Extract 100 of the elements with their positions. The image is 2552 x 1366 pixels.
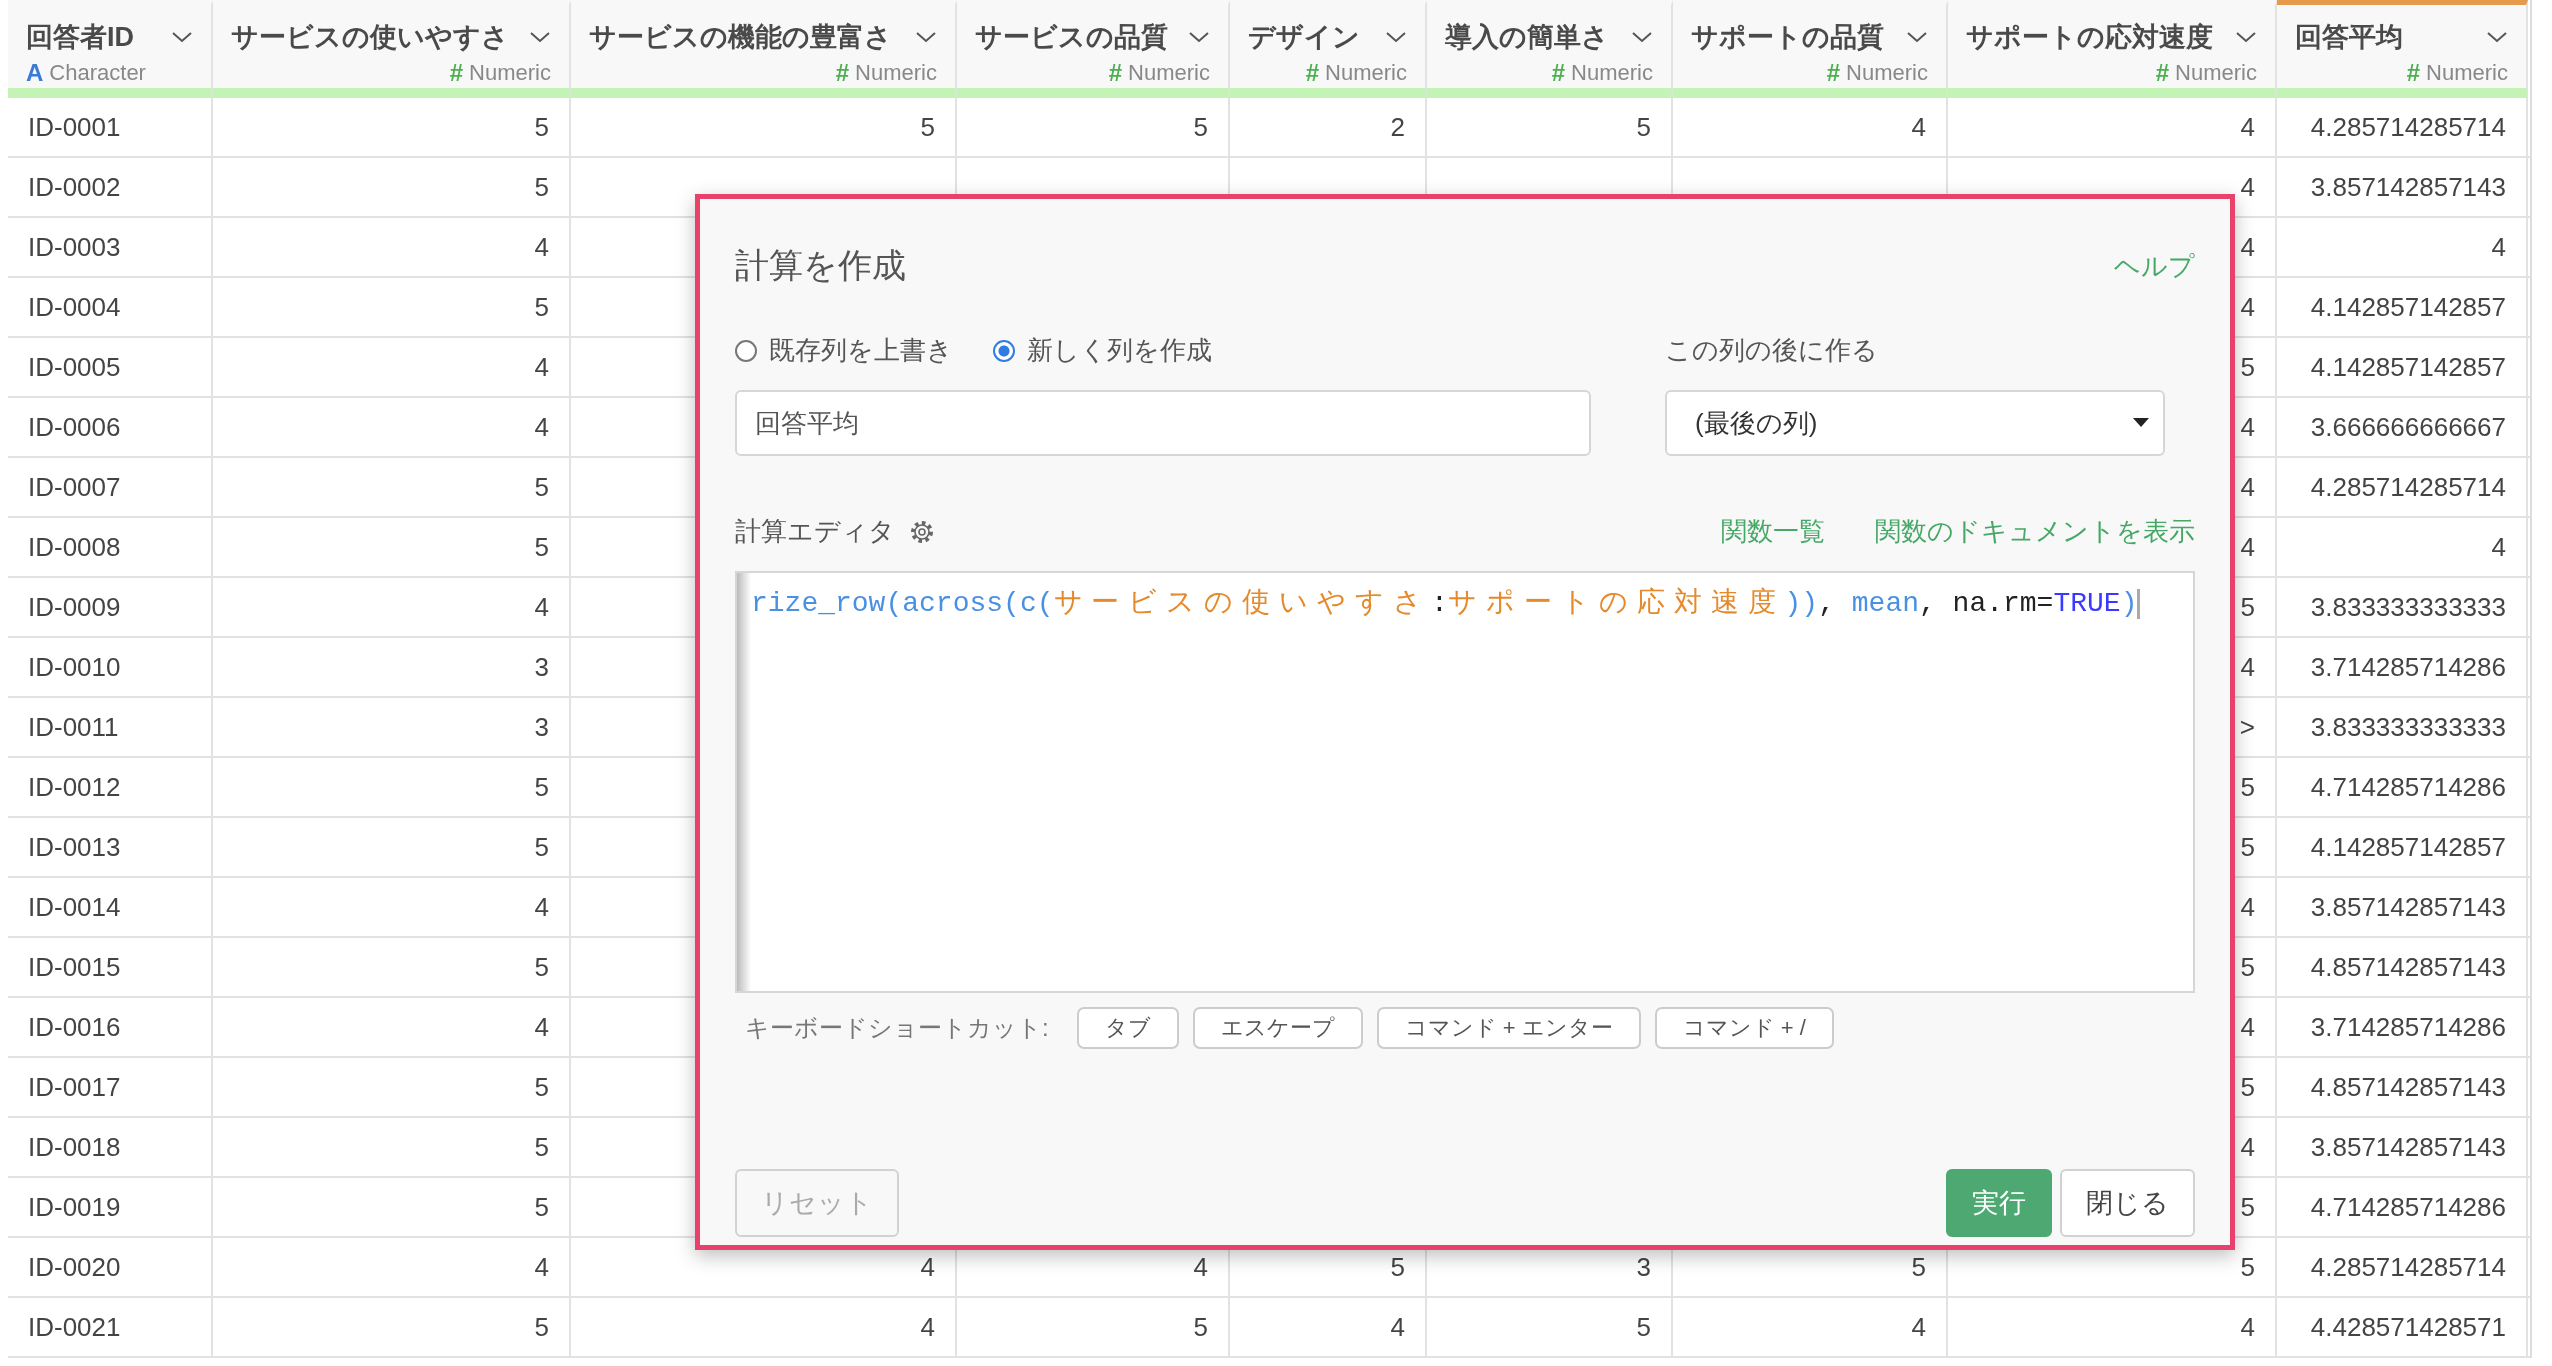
- table-cell: 5: [1427, 1298, 1673, 1356]
- table-cell: ID-0021: [8, 1298, 213, 1356]
- column-type: Numeric: [1846, 60, 1928, 86]
- editor-label: 計算エディタ: [735, 515, 895, 548]
- table-cell: 4.142857142857: [2277, 278, 2528, 336]
- table-cell: ID-0018: [8, 1118, 213, 1176]
- position-select[interactable]: (最後の列): [1665, 390, 2165, 456]
- column-header[interactable]: サービスの機能の豊富さ # Numeric: [571, 0, 957, 98]
- table-cell: ID-0004: [8, 278, 213, 336]
- table-cell: 5: [213, 938, 571, 996]
- table-cell: 3.833333333333: [2277, 698, 2528, 756]
- column-name: サポートの応対速度: [1966, 21, 2213, 54]
- table-cell: 5: [213, 1058, 571, 1116]
- column-type: Numeric: [2175, 60, 2257, 86]
- table-cell: ID-0020: [8, 1238, 213, 1296]
- table-cell: ID-0001: [8, 98, 213, 156]
- table-cell: 3.857142857143: [2277, 878, 2528, 936]
- table-cell: ID-0003: [8, 218, 213, 276]
- table-cell: 4.142857142857: [2277, 338, 2528, 396]
- table-cell: 5: [571, 98, 957, 156]
- table-cell: 4: [1948, 98, 2277, 156]
- column-name: 導入の簡単さ: [1445, 21, 1609, 54]
- table-cell: 4: [213, 578, 571, 636]
- column-type: Numeric: [2426, 60, 2508, 86]
- table-cell: 5: [213, 278, 571, 336]
- chevron-down-icon: [1631, 30, 1653, 44]
- table-cell: ID-0012: [8, 758, 213, 816]
- table-cell: 3.857142857143: [2277, 1118, 2528, 1176]
- table-cell: ID-0014: [8, 878, 213, 936]
- code-editor[interactable]: rize_row(across(c(サービスの使いやすさ:サポートの応対速度)), mean, na.rm=TRUE): [735, 571, 2195, 993]
- column-name: サービスの使いやすさ: [231, 21, 509, 54]
- table-cell: ID-0002: [8, 158, 213, 216]
- column-header[interactable]: 導入の簡単さ # Numeric: [1427, 0, 1673, 98]
- column-header[interactable]: サポートの品質 # Numeric: [1673, 0, 1948, 98]
- table-cell: ID-0019: [8, 1178, 213, 1236]
- shortcut-key: エスケープ: [1192, 1007, 1363, 1049]
- column-header[interactable]: デザイン # Numeric: [1230, 0, 1427, 98]
- table-cell: ID-0016: [8, 998, 213, 1056]
- type-icon: #: [1305, 59, 1320, 87]
- table-cell: ID-0010: [8, 638, 213, 696]
- chevron-down-icon: [2235, 30, 2257, 44]
- table-cell: 4.142857142857: [2277, 818, 2528, 876]
- table-cell: 4: [1948, 1298, 2277, 1356]
- type-icon: #: [2155, 59, 2170, 87]
- chevron-down-icon: [2486, 30, 2508, 44]
- column-name: 回答平均: [2295, 21, 2403, 54]
- column-header[interactable]: 回答平均 # Numeric: [2277, 0, 2528, 98]
- table-cell: 3.714285714286: [2277, 638, 2528, 696]
- type-icon: #: [1826, 59, 1841, 87]
- table-cell: 5: [213, 518, 571, 576]
- type-icon: A: [26, 59, 44, 87]
- table-cell: 4: [213, 398, 571, 456]
- table-cell: 5: [213, 1178, 571, 1236]
- radio-button[interactable]: [993, 339, 1015, 362]
- shortcut-key: コマンド + エンター: [1376, 1007, 1641, 1049]
- table-cell: ID-0017: [8, 1058, 213, 1116]
- column-header[interactable]: 回答者ID A Character: [8, 0, 213, 98]
- type-icon: #: [1551, 59, 1566, 87]
- radio-label[interactable]: 新しく列を作成: [1027, 333, 1212, 368]
- column-type: Character: [49, 60, 146, 86]
- table-cell: ID-0009: [8, 578, 213, 636]
- column-header[interactable]: サービスの使いやすさ # Numeric: [213, 0, 571, 98]
- table-cell: 4.428571428571: [2277, 1298, 2528, 1356]
- caret-down-icon: [2133, 418, 2149, 428]
- column-header[interactable]: サービスの品質 # Numeric: [957, 0, 1230, 98]
- table-cell: ID-0013: [8, 818, 213, 876]
- column-name: サービスの品質: [975, 21, 1168, 54]
- table-cell: ID-0006: [8, 398, 213, 456]
- table-cell: 4: [571, 1298, 957, 1356]
- table-cell: 4: [2277, 218, 2528, 276]
- type-icon: #: [2406, 59, 2421, 87]
- table-cell: 4.285714285714: [2277, 458, 2528, 516]
- radio-label[interactable]: 既存列を上書き: [769, 333, 953, 368]
- column-type: Numeric: [469, 60, 551, 86]
- radio-button[interactable]: [735, 339, 757, 362]
- table-cell: 2: [1230, 98, 1427, 156]
- chevron-down-icon: [529, 30, 551, 44]
- table-cell: 3.833333333333: [2277, 578, 2528, 636]
- chevron-down-icon: [1188, 30, 1210, 44]
- column-header[interactable]: サポートの応対速度 # Numeric: [1948, 0, 2277, 98]
- chevron-down-icon: [171, 30, 193, 44]
- close-button[interactable]: 閉じる: [2060, 1169, 2195, 1237]
- column-type: Numeric: [855, 60, 937, 86]
- column-name: サービスの機能の豊富さ: [589, 21, 892, 54]
- text-cursor: [2137, 588, 2141, 619]
- table-cell: ID-0005: [8, 338, 213, 396]
- table-cell: 4.285714285714: [2277, 98, 2528, 156]
- shortcuts-label: キーボードショートカット:: [745, 1013, 1049, 1043]
- table-cell: 5: [213, 1298, 571, 1356]
- table-cell: 4: [213, 998, 571, 1056]
- column-name: サポートの品質: [1691, 21, 1884, 54]
- table-cell: 4.714285714286: [2277, 1178, 2528, 1236]
- table-cell: 4: [213, 218, 571, 276]
- dialog-title: 計算を作成: [735, 245, 906, 286]
- table-cell: 4: [1673, 1298, 1948, 1356]
- shortcut-key: コマンド + /: [1654, 1007, 1834, 1049]
- shortcut-key: タブ: [1076, 1007, 1179, 1049]
- table-cell: 4.285714285714: [2277, 1238, 2528, 1296]
- type-icon: #: [449, 59, 464, 87]
- column-name-field[interactable]: 回答平均: [735, 390, 1591, 456]
